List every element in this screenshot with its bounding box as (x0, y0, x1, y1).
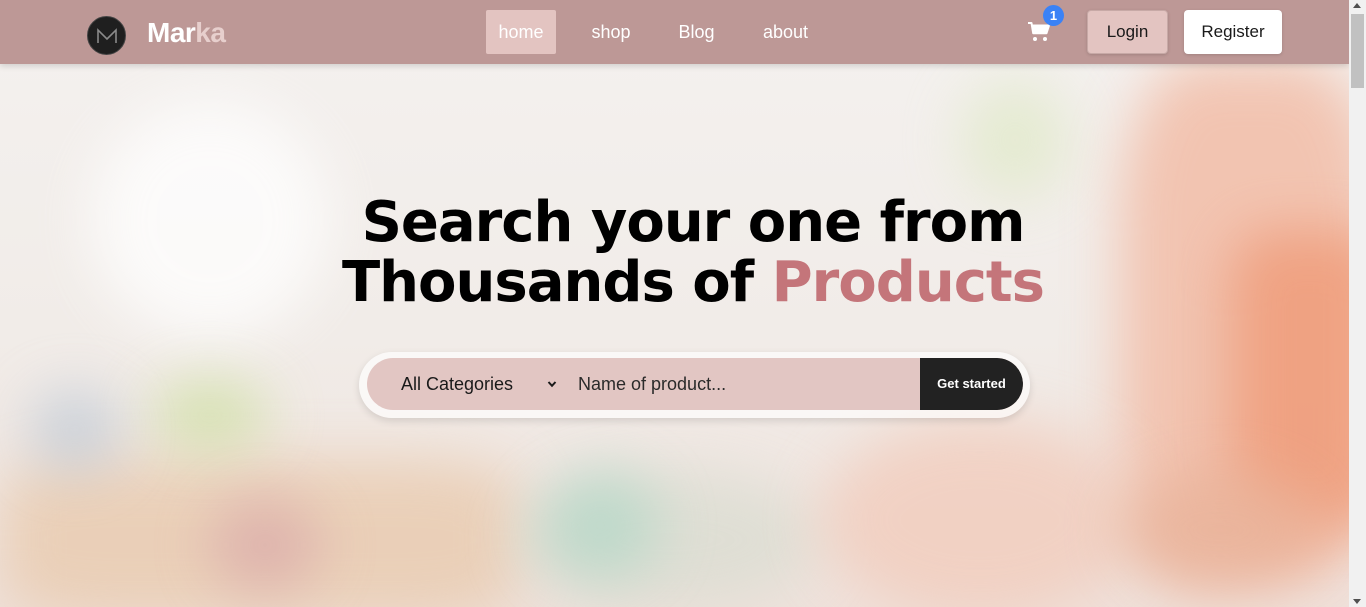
navbar: Marka home shop Blog about 1 Login Regis… (0, 0, 1349, 64)
hero-title-accent: Products (771, 250, 1045, 315)
nav-link-blog[interactable]: Blog (674, 10, 719, 54)
nav-link-about[interactable]: about (757, 10, 814, 54)
category-select[interactable]: All Categories (401, 358, 513, 410)
nav-link-shop[interactable]: shop (586, 10, 636, 54)
get-started-button[interactable]: Get started (920, 358, 1023, 410)
logo-m-icon (96, 27, 117, 43)
scroll-down-arrow-icon[interactable] (1353, 599, 1361, 604)
cart-count-badge: 1 (1043, 5, 1064, 26)
nav-link-home[interactable]: home (486, 10, 556, 54)
product-search-input[interactable]: Name of product... (578, 358, 918, 410)
login-button[interactable]: Login (1087, 10, 1168, 54)
page-scrollbar[interactable] (1349, 0, 1366, 607)
register-button[interactable]: Register (1184, 10, 1282, 54)
scrollbar-thumb[interactable] (1351, 14, 1364, 88)
scroll-up-arrow-icon[interactable] (1353, 3, 1361, 8)
chevron-down-icon[interactable] (547, 379, 557, 389)
brand-name-part1: Mar (147, 17, 196, 48)
brand-logo[interactable] (87, 16, 126, 55)
search-bar: All Categories Name of product... Get st… (367, 358, 1023, 410)
brand-name[interactable]: Marka (147, 16, 226, 50)
hero-title-line2: Thousands of (341, 250, 772, 315)
hero-title-line1: Search your one from (361, 190, 1026, 255)
hero-title: Search your one from Thousands of Produc… (333, 193, 1053, 313)
brand-name-part2: ka (195, 17, 226, 48)
